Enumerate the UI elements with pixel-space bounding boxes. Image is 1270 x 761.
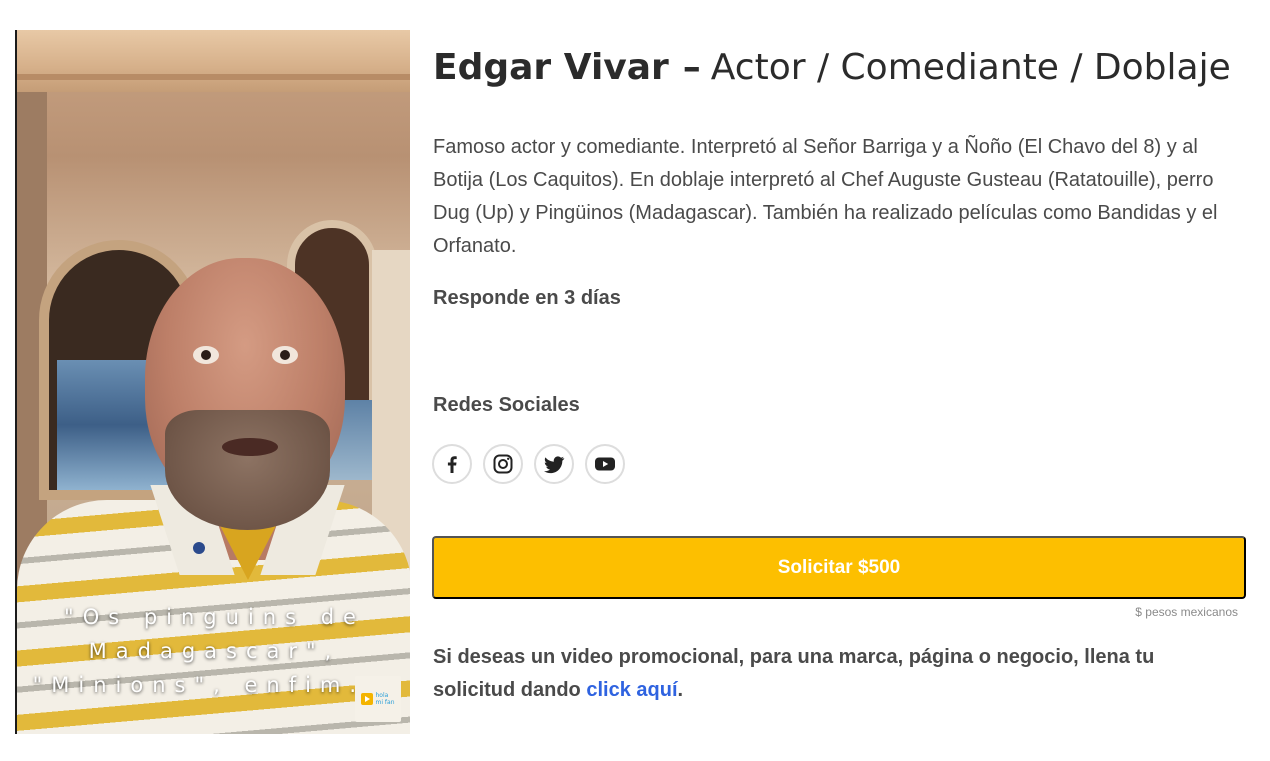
page-title: Edgar Vivar – Actor / Comediante / Doblaje bbox=[433, 42, 1253, 94]
profile-video[interactable]: "Os pinguins de Madagascar", "Minions", … bbox=[15, 30, 410, 734]
promo-suffix: . bbox=[677, 679, 684, 701]
video-person-beard bbox=[165, 410, 330, 530]
logo-line-1: hola bbox=[375, 692, 389, 699]
profile-description: Famoso actor y comediante. Interpretó al… bbox=[433, 136, 1218, 257]
youtube-link[interactable] bbox=[585, 444, 625, 484]
logo-text: hola mi fan bbox=[375, 692, 394, 706]
video-person-eye-left bbox=[193, 346, 219, 364]
video-ceiling bbox=[17, 30, 410, 92]
profile-name: Edgar Vivar bbox=[433, 47, 669, 88]
youtube-icon bbox=[595, 457, 615, 471]
play-icon bbox=[361, 693, 374, 705]
facebook-link[interactable] bbox=[432, 444, 472, 484]
video-person-button bbox=[193, 542, 205, 554]
instagram-link[interactable] bbox=[483, 444, 523, 484]
facebook-icon bbox=[447, 456, 457, 473]
promo-body: Si deseas un video promocional, para una… bbox=[433, 646, 1155, 701]
response-time: Responde en 3 días bbox=[433, 287, 621, 309]
video-person-eye-right bbox=[272, 346, 298, 364]
video-ceiling-trim bbox=[17, 74, 410, 80]
instagram-icon bbox=[493, 454, 513, 474]
social-links bbox=[432, 444, 625, 484]
video-person-mouth bbox=[222, 438, 278, 456]
request-button[interactable]: Solicitar $500 bbox=[432, 536, 1246, 599]
video-caption: "Os pinguins de Madagascar", "Minions", … bbox=[32, 605, 397, 697]
twitter-link[interactable] bbox=[534, 444, 574, 484]
promo-link[interactable]: click aquí bbox=[586, 679, 677, 701]
social-heading: Redes Sociales bbox=[433, 394, 580, 416]
twitter-icon bbox=[544, 456, 565, 474]
title-separator: – bbox=[682, 47, 701, 88]
holamifan-logo: hola mi fan bbox=[355, 676, 401, 722]
currency-note: $ pesos mexicanos bbox=[1135, 605, 1238, 619]
logo-line-2: mi fan bbox=[375, 699, 395, 706]
promo-text: Si deseas un video promocional, para una… bbox=[433, 641, 1223, 707]
profile-role: Actor / Comediante / Doblaje bbox=[710, 47, 1231, 88]
